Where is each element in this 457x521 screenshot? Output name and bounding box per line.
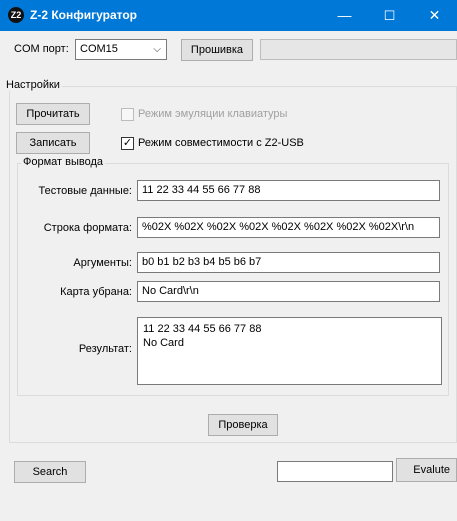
card-removed-input[interactable]: No Card\r\n	[137, 281, 440, 302]
result-line: No Card	[143, 337, 184, 349]
format-string-input[interactable]: %02X %02X %02X %02X %02X %02X %02X %02X\…	[137, 217, 440, 238]
write-button[interactable]: Записать	[16, 132, 90, 154]
title-bar: Z2 Z-2 Конфигуратор — ☐ ✕	[0, 0, 457, 31]
keyboard-emulation-checkbox[interactable]	[121, 108, 134, 121]
progress-bar	[260, 39, 457, 60]
format-string-label: Строка формата:	[43, 222, 132, 234]
evaluate-input[interactable]	[277, 461, 393, 482]
output-format-group-title: Формат вывода	[21, 156, 106, 168]
keyboard-emulation-label: Режим эмуляции клавиатуры	[138, 108, 288, 120]
evaluate-button[interactable]: Evalute	[396, 458, 457, 482]
close-button[interactable]: ✕	[412, 0, 457, 31]
com-port-select[interactable]: COM15 ⌵	[75, 39, 167, 60]
maximize-button[interactable]: ☐	[367, 0, 412, 31]
app-logo-icon: Z2	[8, 7, 24, 23]
minimize-button[interactable]: —	[322, 0, 367, 31]
result-label: Результат:	[78, 343, 132, 355]
window-title: Z-2 Конфигуратор	[30, 8, 138, 22]
test-data-input[interactable]: 11 22 33 44 55 66 77 88	[137, 180, 440, 201]
settings-group-title: Настройки	[4, 79, 62, 91]
check-button[interactable]: Проверка	[208, 414, 278, 436]
read-button[interactable]: Прочитать	[16, 103, 90, 125]
chevron-down-icon: ⌵	[153, 44, 161, 55]
com-port-label: COM порт:	[14, 43, 69, 55]
arguments-label: Аргументы:	[73, 257, 132, 269]
search-button[interactable]: Search	[14, 461, 86, 483]
result-textarea[interactable]: 11 22 33 44 55 66 77 88 No Card	[137, 317, 442, 385]
arguments-input[interactable]: b0 b1 b2 b3 b4 b5 b6 b7	[137, 252, 440, 273]
card-removed-label: Карта убрана:	[60, 286, 132, 298]
test-data-label: Тестовые данные:	[38, 185, 132, 197]
firmware-button[interactable]: Прошивка	[181, 39, 253, 61]
checkmark-icon: ✓	[122, 137, 133, 149]
com-port-value: COM15	[80, 43, 118, 55]
z2usb-compat-checkbox[interactable]: ✓	[121, 137, 134, 150]
z2usb-compat-label: Режим совместимости с Z2-USB	[138, 137, 304, 149]
result-line: 11 22 33 44 55 66 77 88	[143, 323, 262, 335]
